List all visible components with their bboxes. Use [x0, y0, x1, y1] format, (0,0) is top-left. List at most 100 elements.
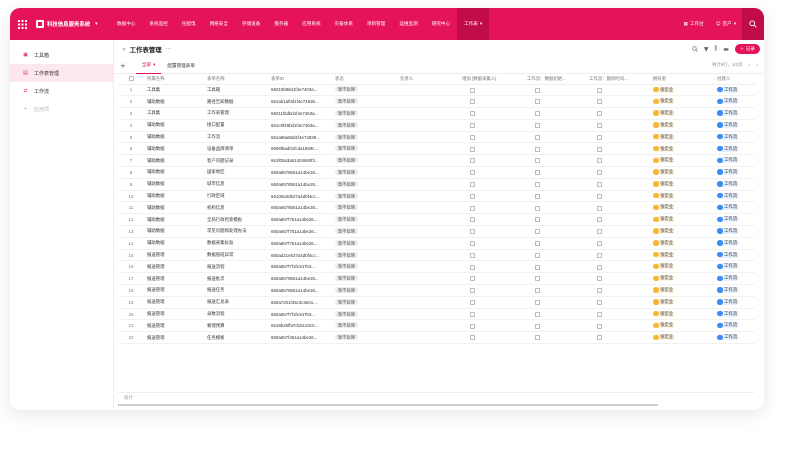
- column-header[interactable]: 状态: [332, 74, 397, 85]
- row-checkbox[interactable]: [470, 193, 475, 199]
- table-row[interactable]: 2 辅助数据 路径告知数据 661ab1af0d1f4e74836... 暂不处理 张宏业…: [118, 95, 755, 109]
- add-view-icon[interactable]: +: [120, 62, 126, 70]
- row-checkbox[interactable]: [470, 146, 475, 152]
- row-checkbox[interactable]: [535, 87, 540, 93]
- owner-tag[interactable]: 张宏业: [653, 133, 676, 140]
- nav-item[interactable]: 运维监测: [392, 8, 424, 40]
- row-checkbox[interactable]: [597, 158, 602, 164]
- row-checkbox[interactable]: [470, 170, 475, 176]
- creator-tag[interactable]: 工作流: [717, 275, 740, 282]
- row-checkbox[interactable]: [470, 99, 475, 105]
- owner-tag[interactable]: 张宏业: [653, 216, 676, 223]
- column-header[interactable]: 工作流：数据初始...: [524, 74, 586, 85]
- owner-tag[interactable]: 张宏业: [653, 169, 676, 176]
- creator-tag[interactable]: 工作流: [717, 216, 740, 223]
- next-page-icon[interactable]: ›: [756, 63, 758, 68]
- owner-tag[interactable]: 张宏业: [653, 228, 676, 235]
- column-header[interactable]: 拥有者: [650, 74, 714, 85]
- table-row[interactable]: 21 报送管理 要理预算 6618b25ffa7d15123c0... 暂不处理 张宏业 工…: [118, 319, 755, 333]
- row-checkbox[interactable]: [597, 99, 602, 105]
- nav-item[interactable]: 存储设备: [235, 8, 267, 40]
- user-menu[interactable]: ☺ 首户 ▾: [710, 21, 742, 27]
- table-row[interactable]: 5 辅助数据 工作流 661a96a66d1f4e74839... 暂不处理 张宏业 工作流: [118, 131, 755, 144]
- owner-tag[interactable]: 张宏业: [653, 110, 676, 117]
- table-row[interactable]: 15 报送管理 数据值班异常 660ad21e527a4d0f4cc... 暂不处理 张宏…: [118, 249, 755, 262]
- row-checkbox[interactable]: [535, 276, 540, 282]
- creator-tag[interactable]: 工作流: [717, 192, 740, 199]
- row-checkbox[interactable]: [470, 205, 475, 211]
- row-checkbox[interactable]: [597, 288, 602, 294]
- row-checkbox[interactable]: [470, 276, 475, 282]
- row-checkbox[interactable]: [535, 323, 540, 329]
- row-checkbox[interactable]: [470, 134, 475, 140]
- owner-tag[interactable]: 张宏业: [653, 204, 676, 211]
- row-checkbox[interactable]: [597, 217, 602, 223]
- row-checkbox[interactable]: [470, 217, 475, 223]
- nav-item[interactable]: 任配电: [175, 8, 203, 40]
- owner-tag[interactable]: 张宏业: [653, 98, 676, 105]
- owner-tag[interactable]: 张宏业: [653, 334, 676, 341]
- owner-tag[interactable]: 张宏业: [653, 322, 676, 329]
- row-checkbox[interactable]: [535, 217, 540, 223]
- row-checkbox[interactable]: [597, 311, 602, 317]
- row-checkbox[interactable]: [470, 122, 475, 128]
- row-checkbox[interactable]: [535, 335, 540, 341]
- sidebar-item[interactable]: ▤ 工作表管理: [10, 64, 113, 82]
- table-row[interactable]: 13 辅助数据 常见问题和处理办法 660a657f751a14be26... 暂不处理…: [118, 225, 755, 238]
- creator-tag[interactable]: 工作流: [717, 239, 740, 246]
- row-checkbox[interactable]: [535, 122, 540, 128]
- creator-tag[interactable]: 工作流: [717, 180, 740, 187]
- nav-item[interactable]: 服务器: [267, 8, 295, 40]
- comment-icon[interactable]: ▬: [723, 46, 729, 53]
- table-row[interactable]: 1 工具集 工具箱 66210b86d1f4e7403a... 暂不处理 张宏业 工作流: [118, 84, 755, 97]
- row-checkbox[interactable]: [470, 111, 475, 117]
- row-checkbox[interactable]: [535, 111, 540, 117]
- table-row[interactable]: 19 报送管理 报送汇总表 660a7201f45c3c3eb1... 暂不处理 张宏业 工…: [118, 296, 755, 309]
- owner-tag[interactable]: 张宏业: [653, 287, 676, 294]
- creator-tag[interactable]: 工作流: [717, 121, 740, 128]
- column-header[interactable]: 表单ID: [268, 74, 332, 85]
- column-header[interactable]: 创建人: [714, 74, 755, 85]
- search-button[interactable]: [742, 8, 764, 40]
- creator-tag[interactable]: 工作流: [717, 86, 740, 93]
- owner-tag[interactable]: 张宏业: [653, 121, 676, 128]
- column-header[interactable]: 增加 [数据采集人]: [459, 74, 524, 85]
- row-checkbox[interactable]: [597, 134, 602, 140]
- table-row[interactable]: 4 辅助数据 接口配置 661c9f49bd1f4e7463a... 暂不处理 张宏业 工作…: [118, 119, 755, 132]
- owner-tag[interactable]: 张宏业: [653, 310, 676, 317]
- row-checkbox[interactable]: [597, 240, 602, 246]
- row-checkbox[interactable]: [597, 87, 602, 93]
- more-icon[interactable]: ···: [166, 46, 172, 53]
- sidebar-item[interactable]: ⇄ 工作流: [10, 82, 113, 100]
- row-checkbox[interactable]: [535, 134, 540, 140]
- row-checkbox[interactable]: [597, 264, 602, 270]
- creator-tag[interactable]: 工作流: [717, 169, 740, 176]
- row-checkbox[interactable]: [535, 170, 540, 176]
- creator-tag[interactable]: 工作流: [717, 263, 740, 270]
- row-checkbox[interactable]: [535, 193, 540, 199]
- creator-tag[interactable]: 工作流: [717, 145, 740, 152]
- row-checkbox[interactable]: [597, 229, 602, 235]
- sidebar-add-app[interactable]: + 应用项: [10, 100, 113, 118]
- owner-tag[interactable]: 张宏业: [653, 251, 676, 258]
- row-checkbox[interactable]: [597, 181, 602, 187]
- row-checkbox[interactable]: [535, 158, 540, 164]
- nav-item[interactable]: 研究中心: [425, 8, 457, 40]
- row-checkbox[interactable]: [470, 158, 475, 164]
- row-checkbox[interactable]: [535, 288, 540, 294]
- table-row[interactable]: 9 辅助数据 城市信息 660a6578551a14be26... 暂不处理 张宏业 工作流: [118, 178, 755, 191]
- owner-tag[interactable]: 张宏业: [653, 86, 676, 93]
- row-checkbox[interactable]: [535, 229, 540, 235]
- owner-tag[interactable]: 张宏业: [653, 180, 676, 187]
- column-header[interactable]: 表单名称: [204, 74, 268, 85]
- row-checkbox[interactable]: [470, 252, 475, 258]
- table-row[interactable]: 10 辅助数据 行政区域 66100a3d527a4d0f4cc... 暂不处理 张宏业 工…: [118, 190, 755, 203]
- tab-all[interactable]: 全部 ▾: [135, 58, 162, 74]
- table-row[interactable]: 17 报送管理 报送批次 660a6578551a14be26... 暂不处理 张宏业 工作…: [118, 272, 755, 286]
- row-checkbox[interactable]: [470, 335, 475, 341]
- owner-tag[interactable]: 张宏业: [653, 145, 676, 152]
- column-header[interactable]: 所属名称: [144, 74, 204, 85]
- creator-tag[interactable]: 工作流: [717, 310, 740, 317]
- creator-tag[interactable]: 工作流: [717, 298, 740, 305]
- table-row[interactable]: 20 报送管理 录数流程 660a657f7f1fe347b3... 暂不处理 张宏业 工作…: [118, 308, 755, 321]
